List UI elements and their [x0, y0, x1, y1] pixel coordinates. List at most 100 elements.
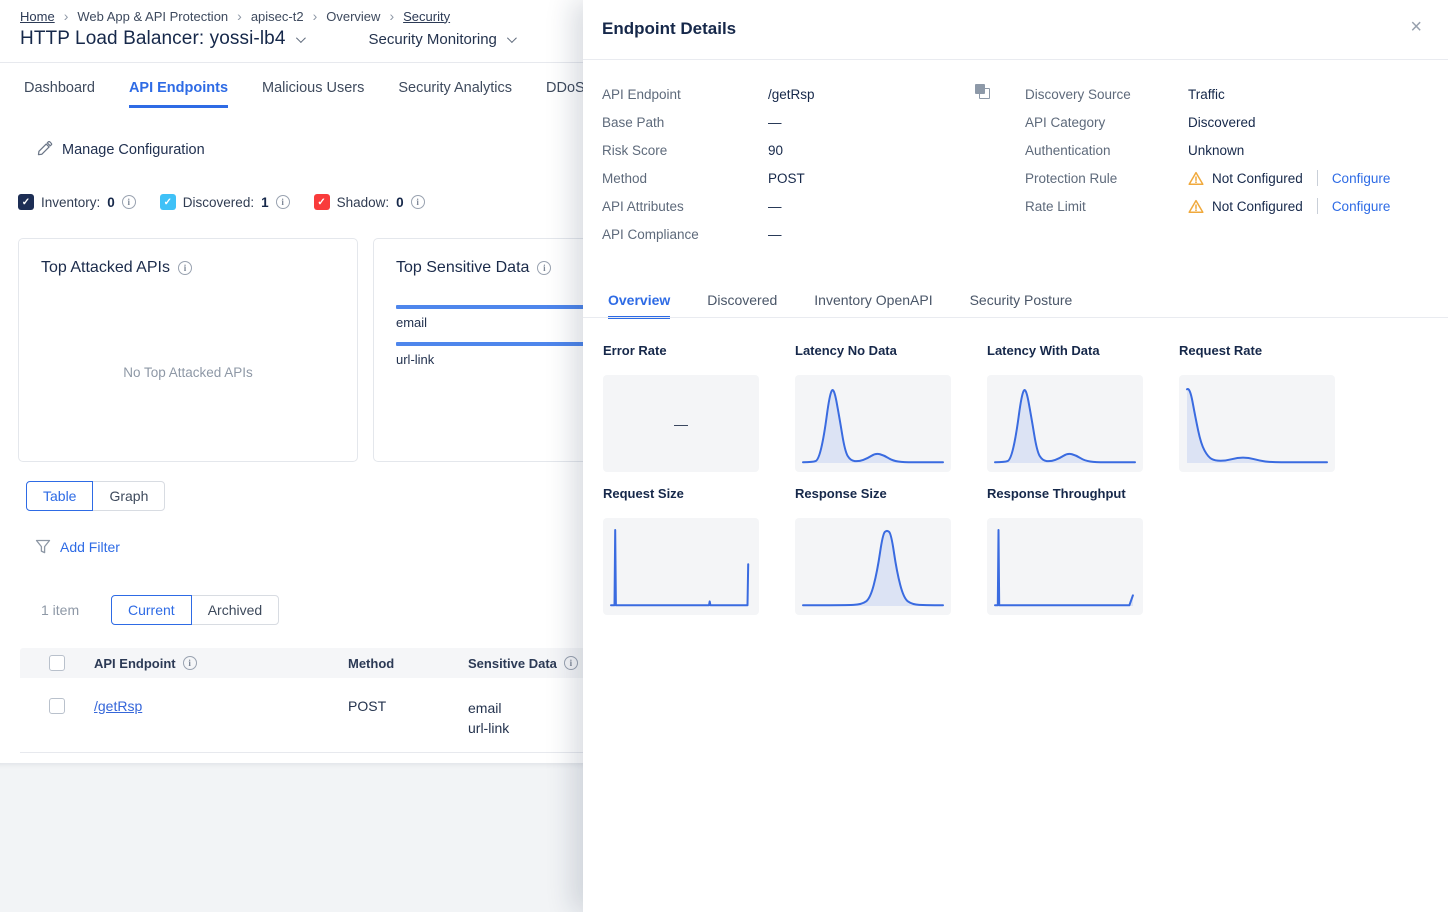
top-attacked-empty-text: No Top Attacked APIs: [19, 365, 357, 380]
top-sensitive-title: Top Sensitive Data: [396, 259, 529, 277]
info-icon[interactable]: [276, 195, 290, 209]
chevron-down-icon[interactable]: [295, 33, 305, 43]
sparkline: [1179, 375, 1335, 472]
top-attacked-title: Top Attacked APIs: [41, 259, 170, 277]
detail-row: Risk Score 90: [602, 140, 783, 160]
panel-tab-discovered[interactable]: Discovered: [707, 292, 777, 319]
sparkline: [795, 518, 951, 615]
configure-protection-rule-link[interactable]: Configure: [1332, 171, 1391, 186]
main-tabs: Dashboard API Endpoints Malicious Users …: [24, 80, 585, 108]
response-throughput-chart: Response Throughput: [987, 486, 1143, 615]
tab-security-analytics[interactable]: Security Analytics: [398, 80, 512, 108]
add-filter-button[interactable]: Add Filter: [35, 539, 120, 555]
response-size-chart: Response Size: [795, 486, 951, 615]
panel-header: Endpoint Details ×: [583, 0, 1448, 60]
panel-tabs: Overview Discovered Inventory OpenAPI Se…: [608, 292, 1072, 319]
tab-api-endpoints[interactable]: API Endpoints: [129, 80, 228, 108]
sparkline: [987, 518, 1143, 615]
panel-title: Endpoint Details: [602, 19, 736, 39]
request-rate-chart: Request Rate: [1179, 343, 1335, 472]
screen: Home Web App & API Protection apisec-t2 …: [0, 0, 1448, 912]
monitoring-mode-select[interactable]: Security Monitoring: [369, 31, 514, 48]
view-toggle: Table Graph: [26, 481, 165, 511]
endpoint-type-legend: Inventory: 0 Discovered: 1 Shadow: 0: [18, 194, 425, 210]
chevron-right-icon: [237, 8, 242, 24]
copy-icon[interactable]: [975, 84, 991, 100]
detail-row: Rate Limit Not Configured Configure: [1025, 196, 1390, 216]
breadcrumb-overview[interactable]: Overview: [326, 9, 380, 24]
info-icon[interactable]: [537, 261, 551, 275]
shadow-count: 0: [396, 195, 404, 210]
select-all-checkbox[interactable]: [49, 655, 65, 671]
panel-tab-overview[interactable]: Overview: [608, 292, 670, 319]
manage-configuration-label: Manage Configuration: [62, 142, 205, 158]
sparkline: [603, 518, 759, 615]
col-api-endpoint: API Endpoint: [94, 656, 176, 671]
add-filter-label: Add Filter: [60, 539, 120, 555]
warning-icon: [1188, 171, 1204, 186]
detail-row: API Category Discovered: [1025, 112, 1256, 132]
funnel-icon: [35, 539, 51, 555]
divider: [1317, 198, 1318, 214]
latency-no-data-chart: Latency No Data: [795, 343, 951, 472]
detail-row: Authentication Unknown: [1025, 140, 1244, 160]
legend-item-inventory: Inventory: 0: [18, 194, 136, 210]
detail-row: API Compliance —: [602, 224, 782, 244]
archived-button[interactable]: Archived: [191, 595, 279, 625]
detail-row: API Attributes —: [602, 196, 782, 216]
info-icon[interactable]: [411, 195, 425, 209]
detail-row: Protection Rule Not Configured Configure: [1025, 168, 1390, 188]
detail-row: Base Path —: [602, 112, 782, 132]
info-icon[interactable]: [564, 656, 578, 670]
page-title-row: HTTP Load Balancer: yossi-lb4 Security M…: [20, 28, 514, 50]
tab-ddos[interactable]: DDoS: [546, 80, 585, 108]
warning-icon: [1188, 199, 1204, 214]
inventory-count: 0: [107, 195, 115, 210]
divider: [1317, 170, 1318, 186]
detail-row: Method POST: [602, 168, 805, 188]
configure-rate-limit-link[interactable]: Configure: [1332, 199, 1391, 214]
table-view-button[interactable]: Table: [26, 481, 93, 511]
breadcrumb: Home Web App & API Protection apisec-t2 …: [20, 8, 450, 24]
tab-malicious-users[interactable]: Malicious Users: [262, 80, 364, 108]
shadow-checkbox[interactable]: [314, 194, 330, 210]
graph-view-button[interactable]: Graph: [92, 481, 165, 511]
info-icon[interactable]: [183, 656, 197, 670]
breadcrumb-namespace[interactable]: apisec-t2: [251, 9, 304, 24]
breadcrumb-waap[interactable]: Web App & API Protection: [77, 9, 228, 24]
breadcrumb-security[interactable]: Security: [403, 9, 450, 24]
discovered-count: 1: [261, 195, 269, 210]
page-title: HTTP Load Balancer: yossi-lb4: [20, 28, 286, 50]
detail-row: Discovery Source Traffic: [1025, 84, 1225, 104]
chevron-right-icon: [64, 8, 69, 24]
legend-item-discovered: Discovered: 1: [160, 194, 290, 210]
col-sensitive-data: Sensitive Data: [468, 656, 557, 671]
col-method: Method: [348, 656, 468, 671]
legend-item-shadow: Shadow: 0: [314, 194, 425, 210]
panel-tab-inventory-openapi[interactable]: Inventory OpenAPI: [814, 292, 932, 319]
close-icon[interactable]: ×: [1410, 17, 1422, 37]
info-icon[interactable]: [178, 261, 192, 275]
chevron-down-icon: [507, 33, 517, 43]
discovered-checkbox[interactable]: [160, 194, 176, 210]
info-icon[interactable]: [122, 195, 136, 209]
panel-tab-security-posture[interactable]: Security Posture: [970, 292, 1073, 319]
sparkline: [795, 375, 951, 472]
tab-dashboard[interactable]: Dashboard: [24, 80, 95, 108]
breadcrumb-home[interactable]: Home: [20, 9, 55, 24]
error-rate-chart: Error Rate —: [603, 343, 759, 472]
chevron-right-icon: [389, 8, 394, 24]
endpoint-link[interactable]: /getRsp: [94, 698, 142, 714]
method-cell: POST: [348, 698, 468, 714]
pencil-icon: [36, 141, 53, 158]
chevron-right-icon: [313, 8, 318, 24]
risk-score-value: 90: [768, 143, 783, 158]
manage-configuration-button[interactable]: Manage Configuration: [36, 141, 205, 158]
request-size-chart: Request Size: [603, 486, 759, 615]
top-attacked-apis-card: Top Attacked APIs No Top Attacked APIs: [18, 238, 358, 462]
inventory-checkbox[interactable]: [18, 194, 34, 210]
row-checkbox[interactable]: [49, 698, 65, 714]
current-button[interactable]: Current: [111, 595, 192, 625]
latency-with-data-chart: Latency With Data: [987, 343, 1143, 472]
endpoint-details-panel: Endpoint Details × API Endpoint /getRsp …: [583, 0, 1448, 912]
